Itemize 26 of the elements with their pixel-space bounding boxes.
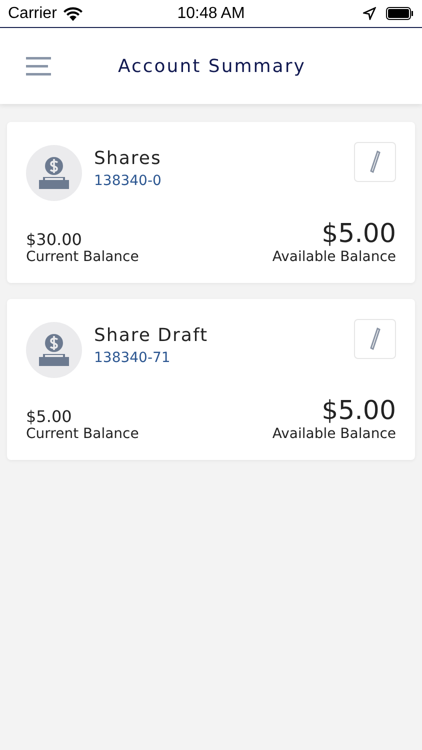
account-card[interactable]: Shares 138340-0 $30.00 Current Balance $5.00 Available Balance [7, 122, 415, 283]
current-balance-amount: $30.00 [26, 230, 82, 249]
wifi-icon [62, 6, 83, 20]
available-balance-amount: $5.00 [322, 396, 396, 426]
location-arrow-icon [363, 7, 376, 20]
account-name: Shares [94, 148, 162, 169]
menu-icon [26, 56, 52, 76]
clock-time: 10:48 AM [177, 4, 245, 22]
account-number: 138340-71 [94, 350, 172, 366]
account-name: Share Draft [94, 325, 210, 346]
menu-button[interactable] [26, 56, 52, 76]
current-balance-amount: $5.00 [26, 407, 72, 426]
pencil-icon [369, 150, 381, 174]
available-balance-amount: $5.00 [322, 219, 396, 249]
carrier-label: Carrier [8, 4, 57, 22]
current-balance-label: Current Balance [26, 249, 139, 265]
account-number: 138340-0 [94, 173, 162, 189]
edit-button[interactable] [354, 319, 396, 359]
current-balance-label: Current Balance [26, 426, 139, 442]
available-balance-label: Available Balance [272, 249, 396, 265]
pencil-icon [369, 327, 381, 351]
page-title: Account Summary [118, 56, 306, 76]
available-balance-label: Available Balance [272, 426, 396, 442]
edit-button[interactable] [354, 142, 396, 182]
account-card[interactable]: Share Draft 138340-71 $5.00 Current Balance $5.00 Available Balance [7, 299, 415, 460]
battery-icon [386, 7, 414, 20]
